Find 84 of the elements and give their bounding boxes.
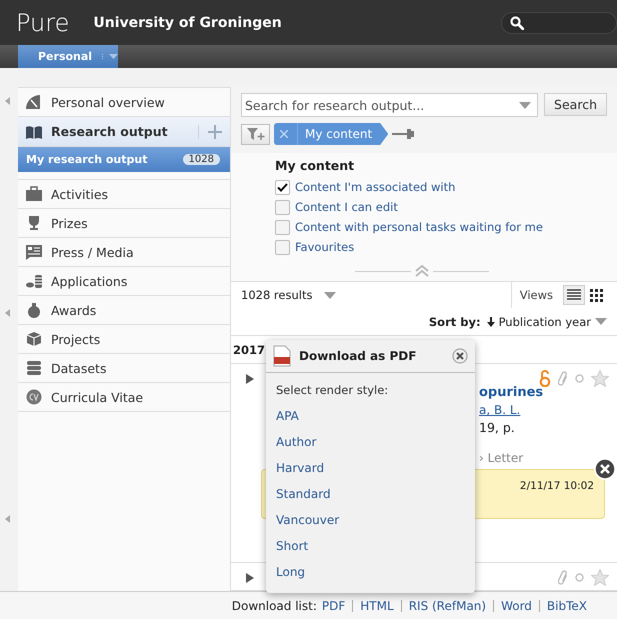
filter-plus-icon: [246, 128, 264, 140]
search-button[interactable]: Search: [544, 93, 607, 116]
sidebar-item[interactable]: Applications: [18, 267, 230, 296]
note-timestamp: 2/11/17 10:02: [520, 480, 594, 494]
sidebar-item[interactable]: Press / Media: [18, 238, 230, 267]
caret-icon: [102, 54, 118, 59]
sack-icon: [25, 302, 43, 318]
sidebar-item[interactable]: Datasets: [18, 354, 230, 383]
expand-icon[interactable]: [246, 572, 254, 582]
checkbox[interactable]: [275, 220, 290, 234]
star-icon[interactable]: [591, 569, 609, 586]
caret-icon: [595, 318, 607, 326]
down-arrow-icon: [486, 316, 495, 327]
sidebar-item[interactable]: Prizes: [18, 209, 230, 238]
popup-title: Download as PDF: [299, 349, 418, 363]
pdf-file-icon: [273, 345, 291, 367]
add-filter-button[interactable]: [241, 124, 270, 144]
collapse-icon[interactable]: [415, 265, 429, 277]
book-icon: [25, 124, 43, 140]
sidebar-item[interactable]: Research output: [18, 117, 230, 147]
author-names-link[interactable]: a, B. L.: [479, 403, 609, 418]
render-style-link[interactable]: APA: [276, 409, 475, 435]
download-list-label: Download list:: [232, 598, 317, 612]
dropdown-caret-icon[interactable]: [324, 292, 336, 299]
sort-label: Sort by:: [428, 314, 481, 329]
sidebar-item[interactable]: Activities: [18, 180, 230, 209]
checkbox[interactable]: [275, 200, 290, 214]
logo: Pure: [16, 8, 70, 36]
grid-icon: [590, 288, 602, 302]
dropdown-caret-icon[interactable]: [519, 102, 532, 109]
box-icon: [25, 331, 43, 347]
download-link[interactable]: PDF: [322, 598, 346, 612]
render-style-link[interactable]: Standard: [276, 487, 475, 513]
institution-name: University of Groningen: [93, 14, 282, 30]
gauge-icon: [25, 94, 43, 110]
count-badge: 1028: [182, 154, 220, 165]
sort-dropdown[interactable]: Publication year: [486, 314, 607, 329]
render-style-link[interactable]: Short: [276, 539, 475, 565]
briefcase-icon: [25, 186, 43, 202]
checkbox-label[interactable]: Content I can edit: [295, 200, 398, 214]
render-style-link[interactable]: Long: [276, 565, 475, 591]
cv-icon: [25, 389, 43, 405]
render-style-link[interactable]: Harvard: [276, 461, 475, 487]
close-icon[interactable]: [452, 348, 468, 364]
sidebar-item[interactable]: Projects: [18, 325, 230, 354]
pin-icon[interactable]: [392, 128, 416, 140]
sidebar-item[interactable]: Awards: [18, 296, 230, 325]
filter-title: My content: [275, 158, 356, 173]
download-link[interactable]: RIS (RefMan): [408, 598, 486, 612]
nav-tab[interactable]: Personal: [18, 45, 118, 68]
search-field[interactable]: [501, 12, 617, 34]
paperclip-icon[interactable]: [558, 370, 568, 387]
sidebar-item[interactable]: Curricula Vitae: [18, 383, 230, 412]
render-style-link[interactable]: Author: [276, 435, 475, 461]
paperclip-icon[interactable]: [558, 570, 568, 586]
coins-icon: [25, 273, 43, 289]
status-circle-icon: [575, 573, 584, 582]
list-icon: [567, 289, 581, 302]
status-circle-icon: [575, 374, 584, 384]
download-link[interactable]: BibTeX: [546, 598, 587, 612]
collapse-arrow-icon[interactable]: [5, 309, 10, 317]
star-icon[interactable]: [591, 370, 609, 388]
collapse-arrow-icon[interactable]: [5, 97, 10, 105]
render-style-link[interactable]: Vancouver: [276, 513, 475, 539]
checkbox-label[interactable]: Content I'm associated with: [295, 180, 456, 194]
collapse-arrow-icon[interactable]: [5, 515, 10, 523]
search-icon: [510, 16, 524, 30]
result-title[interactable]: opurines: [479, 385, 609, 400]
open-lock-icon: [539, 370, 551, 388]
database-icon: [25, 360, 43, 376]
expand-icon[interactable]: [246, 374, 254, 384]
download-link[interactable]: HTML: [360, 598, 394, 612]
popup-prompt: Select render style:: [276, 383, 390, 399]
checkbox-label[interactable]: Favourites: [295, 240, 354, 254]
download-link[interactable]: Word: [501, 598, 532, 612]
results-count: 1028 results: [241, 288, 312, 302]
checkbox[interactable]: [275, 240, 290, 254]
output-type: › Letter: [479, 451, 524, 466]
sidebar-subitem[interactable]: My research output 1028: [18, 147, 230, 172]
list-view-button[interactable]: [563, 285, 585, 306]
source-text: 19, p.: [479, 420, 516, 436]
newspaper-icon: [25, 244, 43, 260]
checkbox-label[interactable]: Content with personal tasks waiting for me: [295, 220, 543, 234]
checkbox[interactable]: [275, 180, 290, 194]
